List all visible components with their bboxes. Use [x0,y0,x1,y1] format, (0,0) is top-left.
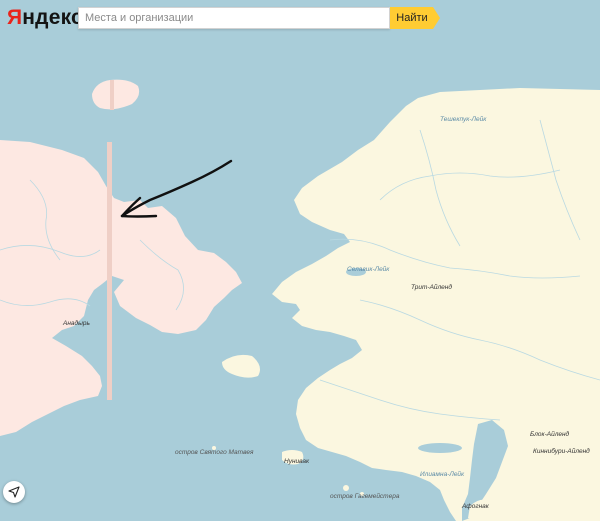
search-box [78,7,390,29]
navigation-arrow-icon [8,486,20,498]
label-st-matthew-island: остров Святого Матвея [175,449,254,456]
search-input[interactable] [79,8,375,28]
yandex-logo[interactable]: Яндекс [7,5,83,31]
label-selawik-lake: Селавик-Лейк [347,265,390,273]
label-trit-island: Трит-Айленд [411,283,452,291]
label-teshekpuk-lake: Тешекпук-Лейк [440,115,487,123]
iliamna-lake [418,443,462,453]
label-afognak: Афогнак [461,503,490,510]
map-canvas[interactable]: Тешекпук-Лейк Селавик-Лейк Трит-Айленд А… [0,0,600,521]
border-line-island [110,80,114,110]
search-button[interactable]: Найти [390,7,440,29]
label-nunivak: Нунивак [284,458,310,465]
locate-me-button[interactable] [3,481,25,503]
top-bar: Яндекс Найти [0,0,600,40]
label-anadyr: Анадырь [62,319,91,327]
label-blok-island: Блок-Айленд [530,430,570,438]
label-gagemeister-island: остров Гагемейстера [330,492,400,500]
label-iliamna-lake: Илиамна-Лейк [420,470,465,478]
small-island [343,485,349,491]
label-kinnibury-island: Киннибури-Айленд [533,447,590,455]
border-line [107,142,112,400]
